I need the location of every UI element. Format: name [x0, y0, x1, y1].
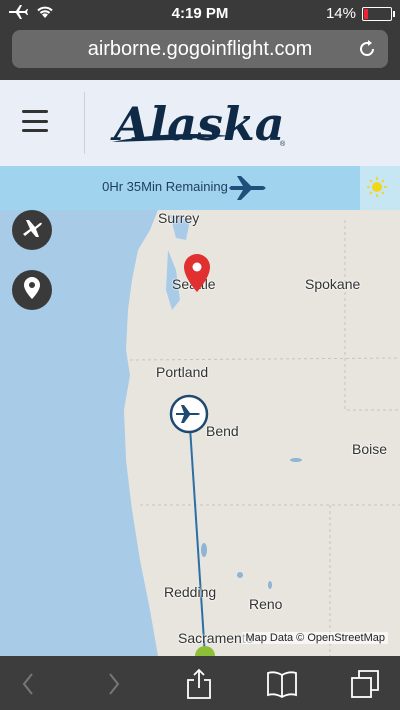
city-label-reno: Reno — [249, 596, 283, 612]
url-text: airborne.gogoinflight.com — [87, 37, 313, 60]
city-label-bend: Bend — [206, 423, 239, 439]
svg-text:Alaska: Alaska — [110, 97, 285, 151]
location-pin-icon[interactable] — [183, 254, 211, 297]
flight-progress-bar: 0Hr 35Min Remaining — [0, 166, 400, 210]
time-remaining: 0Hr 35Min Remaining — [102, 179, 228, 194]
header-divider — [84, 92, 85, 154]
address-bar[interactable]: airborne.gogoinflight.com — [12, 30, 388, 68]
svg-text:®: ® — [280, 140, 286, 148]
forward-arrow-icon[interactable] — [98, 668, 130, 700]
map-pin-icon — [22, 276, 42, 305]
browser-toolbar — [0, 656, 400, 710]
airplane-icon — [20, 216, 44, 245]
back-arrow-icon[interactable] — [12, 668, 44, 700]
status-bar: 4:19 PM 14% — [0, 0, 400, 26]
flight-map[interactable]: Surrey Seattle Spokane Portland Bend Boi… — [0, 210, 400, 656]
bookmarks-icon[interactable] — [266, 668, 298, 700]
alaska-logo[interactable]: Alaska ® — [110, 96, 300, 156]
battery-percent: 14% — [325, 5, 356, 22]
locate-button[interactable] — [12, 270, 52, 310]
status-right: 14% — [325, 5, 395, 22]
city-label-boise: Boise — [352, 441, 388, 457]
aircraft-position-icon[interactable] — [169, 394, 209, 439]
battery-icon — [362, 6, 395, 21]
city-label-spokane: Spokane — [305, 276, 361, 292]
city-label-redding: Redding — [164, 584, 217, 600]
city-label-surrey: Surrey — [158, 210, 200, 226]
browser-url-bar-area: airborne.gogoinflight.com — [0, 26, 400, 80]
site-header: Alaska ® — [0, 80, 400, 166]
share-icon[interactable] — [183, 668, 215, 700]
progress-plane-icon — [229, 174, 269, 202]
reload-icon[interactable] — [356, 38, 378, 60]
city-label-portland: Portland — [156, 364, 209, 380]
hamburger-menu-icon[interactable] — [22, 110, 48, 132]
tabs-icon[interactable] — [349, 668, 381, 700]
sun-icon — [366, 176, 388, 198]
flight-view-button[interactable] — [12, 210, 52, 250]
map-attribution[interactable]: Map Data © OpenStreetMap — [242, 632, 388, 644]
